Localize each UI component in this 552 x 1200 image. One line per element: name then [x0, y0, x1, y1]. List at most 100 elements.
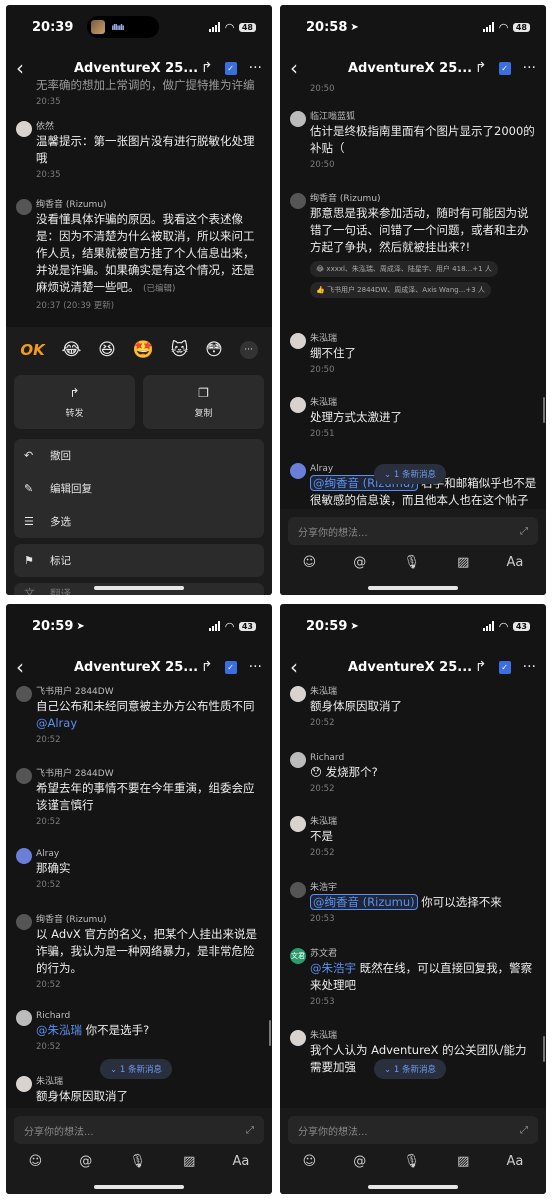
- reaction-summary[interactable]: 👍 飞书用户 2844DW、周成泽、Axis Wang...+3 人: [310, 282, 491, 298]
- microphone-icon[interactable]: 🎙: [129, 1154, 146, 1169]
- text-format-icon[interactable]: Aa: [233, 1154, 250, 1169]
- text-format-icon[interactable]: Aa: [507, 555, 524, 570]
- back-icon[interactable]: ‹: [290, 655, 310, 679]
- menu-item-multiselect[interactable]: ☰ 多选: [14, 505, 264, 538]
- share-icon[interactable]: ↱: [201, 60, 213, 76]
- shy-reaction-icon[interactable]: 😳: [205, 340, 223, 360]
- menu-item-recall[interactable]: ↶ 撤回: [14, 439, 264, 472]
- cat-reaction-icon[interactable]: 🐱: [171, 340, 189, 360]
- message-input[interactable]: 分享你的想法... ⤢: [288, 517, 538, 545]
- avatar[interactable]: [290, 111, 306, 127]
- share-icon[interactable]: ↱: [201, 659, 213, 675]
- message-item-selected[interactable]: 绚香音 (Rizumu) 没看懂具体诈骗的原因。我看这个表述像是：因为不清楚为什…: [14, 199, 264, 313]
- more-icon[interactable]: ···: [249, 60, 262, 76]
- back-icon[interactable]: ‹: [16, 655, 36, 679]
- copy-button[interactable]: ❐ 复制: [143, 375, 264, 429]
- image-icon[interactable]: ▨: [457, 1154, 469, 1169]
- scrollbar[interactable]: [269, 1020, 271, 1046]
- scrollbar[interactable]: [543, 397, 545, 423]
- message-item[interactable]: 飞书用户 2844DW 自己公布和未经同意被主办方公布性质不同 @Alray 2…: [14, 686, 264, 747]
- message-item[interactable]: 飞书用户 2844DW 希望去年的事情不要在今年重演，组委会应该谨言慎行 20:…: [14, 768, 264, 829]
- selected-message-text[interactable]: 没看懂具体诈骗的原因。我看这个表述像是：因为不清楚为什么被取消，所以来问工作人员…: [36, 212, 255, 294]
- message-item[interactable]: 朱浩宇 @绚香音 (Rizumu) 你可以选择不来 20:53: [288, 882, 538, 926]
- new-messages-button[interactable]: ⌄ 1 条新消息: [100, 1059, 172, 1079]
- get-reaction-icon[interactable]: 🤩: [133, 340, 154, 360]
- bookmark-icon[interactable]: ✓: [498, 61, 511, 75]
- avatar[interactable]: [16, 1076, 32, 1092]
- emoji-icon[interactable]: ☺: [29, 1154, 43, 1169]
- message-item[interactable]: Richard 😯 发烧那个? 20:52: [288, 752, 538, 796]
- message-item[interactable]: 依然 温馨提示：第一张图片没有进行脱敏化处理哦 20:35: [14, 121, 264, 182]
- avatar[interactable]: [16, 848, 32, 864]
- avatar[interactable]: 文君: [290, 948, 306, 964]
- expand-icon[interactable]: ⤢: [520, 526, 528, 537]
- new-messages-button[interactable]: ⌄ 1 条新消息: [374, 464, 446, 484]
- more-reactions-icon[interactable]: ···: [239, 341, 258, 359]
- mention-icon[interactable]: @: [353, 555, 366, 570]
- message-item[interactable]: 临江嗡蓝狐 估计是终极指南里面有个图片显示了2000的补贴（ 20:50: [288, 111, 538, 172]
- avatar[interactable]: [290, 1030, 306, 1046]
- image-icon[interactable]: ▨: [183, 1154, 195, 1169]
- mention-icon[interactable]: @: [79, 1154, 92, 1169]
- bookmark-icon[interactable]: ✓: [498, 660, 511, 674]
- laugh-reaction-icon[interactable]: 😂: [62, 340, 82, 360]
- bookmark-icon[interactable]: ✓: [224, 61, 237, 75]
- expand-icon[interactable]: ⤢: [246, 1125, 254, 1136]
- message-input[interactable]: 分享你的想法... ⤢: [288, 1116, 538, 1144]
- avatar[interactable]: [290, 463, 306, 479]
- image-icon[interactable]: ▨: [457, 555, 469, 570]
- scrollbar[interactable]: [543, 1036, 545, 1062]
- mention-tag[interactable]: @朱泓瑞: [36, 1023, 82, 1037]
- avatar[interactable]: [290, 816, 306, 832]
- message-item[interactable]: 朱泓瑞 绷不住了 20:50: [288, 333, 538, 377]
- mention-tag[interactable]: @Alray: [36, 716, 77, 730]
- mention-icon[interactable]: @: [353, 1154, 366, 1169]
- message-item[interactable]: 无率确的想加上常调的，做广提特推为许编 20:35: [14, 77, 264, 109]
- grin-reaction-icon[interactable]: 😆: [98, 340, 116, 360]
- reaction-summary[interactable]: 😂 xxxxl、朱泓瑞、周成泽、陆星宇、用户 418...+1 人: [310, 261, 498, 277]
- microphone-icon[interactable]: 🎙: [403, 1154, 420, 1169]
- emoji-icon[interactable]: ☺: [303, 555, 317, 570]
- menu-item-mark[interactable]: ⚑ 标记: [14, 544, 264, 577]
- avatar[interactable]: [290, 882, 306, 898]
- avatar[interactable]: [16, 1010, 32, 1026]
- message-item[interactable]: 朱泓瑞 不是 20:52: [288, 816, 538, 860]
- message-item[interactable]: Alray 那确实 20:52: [14, 848, 264, 892]
- avatar[interactable]: [290, 686, 306, 702]
- message-item[interactable]: 绚香音 (Rizumu) 以 AdvX 官方的名义，把某个人挂出来说是诈骗，我认…: [14, 914, 264, 992]
- message-item[interactable]: 朱泓瑞 额身体原因取消了: [14, 1076, 264, 1106]
- back-icon[interactable]: ‹: [290, 56, 310, 80]
- message-item[interactable]: Richard @朱泓瑞 你不是选手? 20:52: [14, 1010, 264, 1054]
- share-icon[interactable]: ↱: [475, 659, 487, 675]
- mention-tag[interactable]: @朱浩宇: [310, 961, 356, 975]
- share-icon[interactable]: ↱: [475, 60, 487, 76]
- new-messages-button[interactable]: ⌄ 1 条新消息: [374, 1059, 446, 1079]
- avatar[interactable]: [290, 397, 306, 413]
- mention-tag[interactable]: @绚香音 (Rizumu): [310, 894, 418, 910]
- message-item[interactable]: 文君 苏文君 @朱浩宇 既然在线，可以直接回复我，警察来处理吧 20:53: [288, 948, 538, 1009]
- more-icon[interactable]: ···: [523, 659, 536, 675]
- message-item[interactable]: 朱泓瑞 额身体原因取消了 20:52: [288, 686, 538, 730]
- avatar[interactable]: [290, 333, 306, 349]
- avatar[interactable]: [16, 914, 32, 930]
- reaction-bar: OK 😂 😆 🤩 🐱 😳 ···: [6, 327, 272, 373]
- avatar[interactable]: [290, 193, 306, 209]
- menu-item-edit[interactable]: ✎ 编辑回复: [14, 472, 264, 505]
- avatar[interactable]: [16, 768, 32, 784]
- microphone-icon[interactable]: 🎙: [403, 555, 420, 570]
- forward-button[interactable]: ↱ 转发: [14, 375, 135, 429]
- bookmark-icon[interactable]: ✓: [224, 660, 237, 674]
- more-icon[interactable]: ···: [249, 659, 262, 675]
- avatar[interactable]: [16, 199, 32, 215]
- ok-reaction-icon[interactable]: OK: [20, 341, 44, 359]
- more-icon[interactable]: ···: [523, 60, 536, 76]
- message-item[interactable]: 绚香音 (Rizumu) 那意思是我来参加活动，随时有可能因为说错了一句话、问错…: [288, 193, 538, 298]
- avatar[interactable]: [290, 752, 306, 768]
- avatar[interactable]: [16, 686, 32, 702]
- text-format-icon[interactable]: Aa: [507, 1154, 524, 1169]
- expand-icon[interactable]: ⤢: [520, 1125, 528, 1136]
- message-item[interactable]: 朱泓瑞 处理方式太激进了 20:51: [288, 397, 538, 441]
- emoji-icon[interactable]: ☺: [303, 1154, 317, 1169]
- message-input[interactable]: 分享你的想法... ⤢: [14, 1116, 264, 1144]
- avatar[interactable]: [16, 121, 32, 137]
